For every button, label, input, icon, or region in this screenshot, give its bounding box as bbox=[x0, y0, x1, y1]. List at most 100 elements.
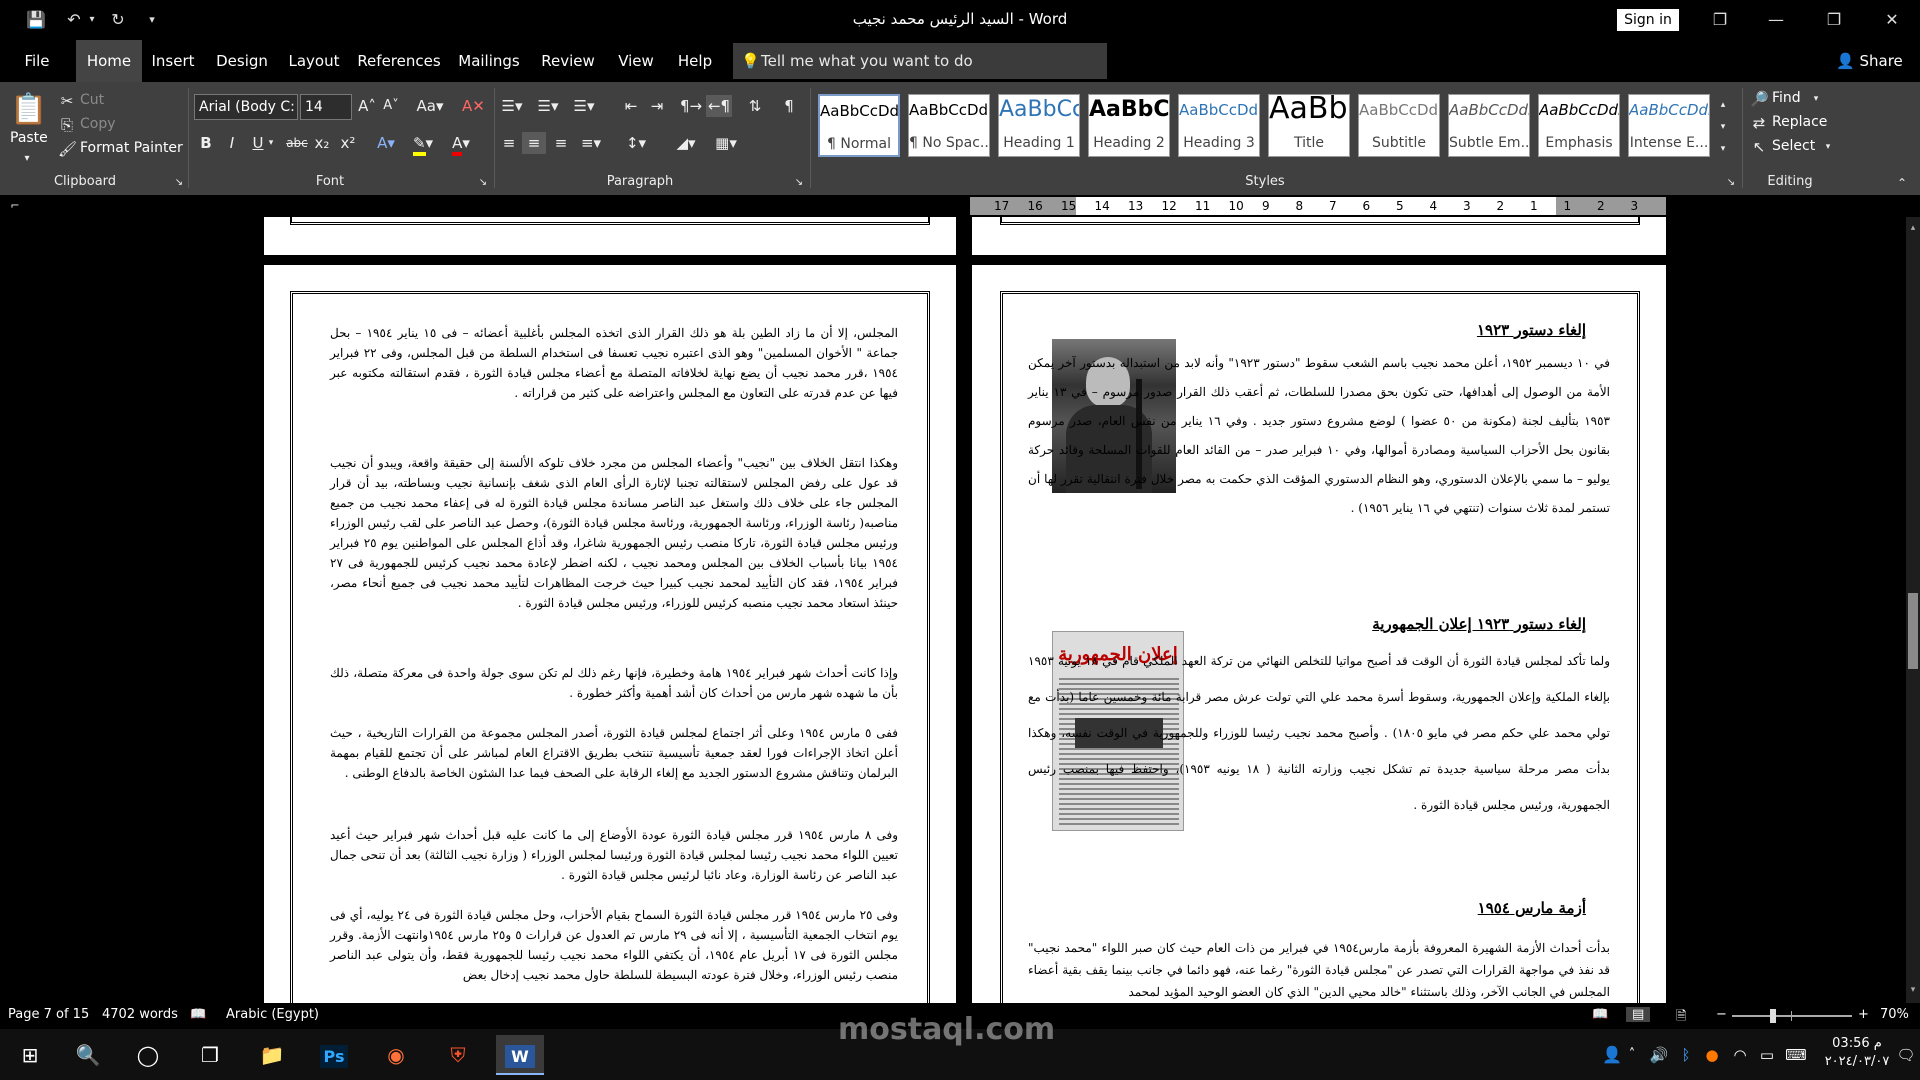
bullets-icon[interactable]: ☰▾ bbox=[498, 95, 526, 117]
decrease-indent-icon[interactable]: ⇤ bbox=[620, 95, 642, 117]
tray-chevron-icon[interactable]: ˄ bbox=[1620, 1035, 1644, 1075]
italic-icon[interactable]: I bbox=[222, 132, 242, 154]
paragraph[interactable]: في ١٠ ديسمبر ١٩٥٢، أعلن محمد نجيب باسم ا… bbox=[1028, 349, 1610, 523]
zoom-slider-thumb[interactable] bbox=[1770, 1009, 1776, 1023]
tab-home[interactable]: Home bbox=[76, 40, 142, 82]
paragraph[interactable]: وإذا كانت أحداث شهر فبراير ١٩٥٤ هامة وخط… bbox=[330, 663, 898, 703]
bluetooth-icon[interactable]: ᛒ bbox=[1674, 1035, 1698, 1075]
align-right-icon[interactable]: ≡ bbox=[550, 132, 572, 154]
style-heading-1[interactable]: AaBbCcDdEe Heading 1 bbox=[998, 94, 1080, 157]
paragraph[interactable]: ففى ٥ مارس ١٩٥٤ وعلى أثر اجتماع لمجلس قي… bbox=[330, 723, 898, 783]
scroll-down-icon[interactable]: ▾ bbox=[1906, 979, 1920, 1001]
line-spacing-icon[interactable]: ↕▾ bbox=[620, 132, 652, 154]
scrollbar-thumb[interactable] bbox=[1908, 593, 1918, 669]
task-view-icon[interactable]: ❐ bbox=[186, 1035, 234, 1075]
rtl-icon[interactable]: ←¶ bbox=[706, 95, 732, 117]
numbering-icon[interactable]: ☰▾ bbox=[534, 95, 562, 117]
grow-font-icon[interactable]: A˄ bbox=[356, 95, 378, 117]
heading-abolish-constitution[interactable]: إلغاء دستور ١٩٢٣ bbox=[1477, 321, 1586, 339]
text-effects-icon[interactable]: A▾ bbox=[372, 132, 400, 154]
paragraph[interactable]: المجلس، إلا أن ما زاد الطين بلة هو ذلك ا… bbox=[330, 323, 898, 403]
paragraph[interactable]: بدأت أحداث الأزمة الشهيرة المعروفة بأزمة… bbox=[1028, 937, 1610, 1003]
word-count[interactable]: 4702 words bbox=[102, 1007, 178, 1022]
change-case-icon[interactable]: Aa▾ bbox=[414, 95, 446, 117]
font-size-select[interactable]: 14 bbox=[300, 94, 352, 120]
tab-references[interactable]: References bbox=[356, 40, 442, 82]
zoom-in-button[interactable]: + bbox=[1858, 1007, 1869, 1022]
left-page[interactable]: المجلس، إلا أن ما زاد الطين بلة هو ذلك ا… bbox=[264, 265, 956, 1003]
proofing-icon[interactable]: 📖 bbox=[190, 1007, 206, 1022]
underline-dropdown-icon[interactable]: ▾ bbox=[266, 132, 276, 154]
vertical-scrollbar[interactable]: ▴ ▾ bbox=[1906, 217, 1920, 1003]
zoom-level[interactable]: 70% bbox=[1880, 1007, 1909, 1022]
highlight-color-icon[interactable]: ✎▾ bbox=[408, 132, 438, 156]
paragraph-launcher-icon[interactable]: ↘ bbox=[792, 172, 806, 194]
styles-scroll-down-icon[interactable]: ▾ bbox=[1716, 116, 1730, 138]
align-center-icon[interactable]: ≡ bbox=[522, 132, 546, 154]
styles-launcher-icon[interactable]: ↘ bbox=[1724, 172, 1738, 194]
replace-icon[interactable]: ⇄ bbox=[1750, 112, 1768, 134]
shading-icon[interactable]: ◢▾ bbox=[670, 132, 702, 154]
ribbon-display-options-icon[interactable]: ❐ bbox=[1692, 0, 1748, 40]
paragraph[interactable]: ولما تأكد لمجلس قيادة الثورة أن الوقت قد… bbox=[1028, 643, 1610, 823]
read-mode-icon[interactable]: 📖 bbox=[1592, 1007, 1608, 1022]
paste-button[interactable]: Paste bbox=[10, 130, 48, 146]
font-color-icon[interactable]: A▾ bbox=[446, 132, 476, 156]
heading-march-crisis[interactable]: أزمة مارس ١٩٥٤ bbox=[1478, 899, 1586, 917]
search-icon[interactable]: 🔍 bbox=[64, 1035, 112, 1075]
ltr-icon[interactable]: ¶→ bbox=[680, 95, 702, 117]
style-heading-2[interactable]: AaBbCcDdEe Heading 2 bbox=[1088, 94, 1170, 157]
notification-icon[interactable]: 🗨 bbox=[1892, 1035, 1920, 1075]
share-button[interactable]: 👤 Share bbox=[1836, 40, 1903, 82]
collapse-ribbon-icon[interactable]: ⌃ bbox=[1892, 172, 1912, 194]
tell-me-search[interactable]: 💡Tell me what you want to do bbox=[733, 43, 1107, 79]
increase-indent-icon[interactable]: ⇥ bbox=[646, 95, 668, 117]
paragraph[interactable]: وفى ٢٥ مارس ١٩٥٤ قرر مجلس قيادة الثورة ا… bbox=[330, 905, 898, 985]
style-emphasis[interactable]: AaBbCcDdEe Emphasis bbox=[1538, 94, 1620, 157]
word-icon[interactable]: W bbox=[496, 1035, 544, 1075]
close-button[interactable]: ✕ bbox=[1864, 0, 1920, 40]
sort-icon[interactable]: ⇅ bbox=[744, 95, 766, 117]
underline-icon[interactable]: U bbox=[248, 132, 268, 154]
superscript-icon[interactable]: x² bbox=[338, 132, 358, 154]
keyboard-icon[interactable]: ⌨ bbox=[1782, 1035, 1810, 1075]
file-explorer-icon[interactable]: 📁 bbox=[248, 1035, 296, 1075]
font-launcher-icon[interactable]: ↘ bbox=[476, 172, 490, 194]
horizontal-ruler[interactable]: 17 16 15 14 13 12 11 10 9 8 7 6 5 4 3 2 1 1 2 3 bbox=[970, 197, 1666, 215]
borders-icon[interactable]: ▦▾ bbox=[710, 132, 742, 154]
multilevel-list-icon[interactable]: ☰▾ bbox=[570, 95, 598, 117]
language-indicator[interactable]: Arabic (Egypt) bbox=[226, 1007, 319, 1022]
style-normal[interactable]: AaBbCcDdEe ¶ Normal bbox=[818, 94, 900, 157]
tab-insert[interactable]: Insert bbox=[146, 40, 200, 82]
select-icon[interactable]: ↖ bbox=[1750, 136, 1768, 158]
bold-icon[interactable]: B bbox=[196, 132, 216, 154]
avast-icon[interactable]: ● bbox=[1700, 1035, 1724, 1075]
style-intense-emphasis[interactable]: AaBbCcDdEe Intense E... bbox=[1628, 94, 1710, 157]
style-no-spacing[interactable]: AaBbCcDdEe ¶ No Spac... bbox=[908, 94, 990, 157]
wifi-icon[interactable]: ◠ bbox=[1728, 1035, 1752, 1075]
print-layout-icon[interactable]: ▤ bbox=[1626, 1007, 1651, 1022]
tab-mailings[interactable]: Mailings bbox=[454, 40, 524, 82]
find-button[interactable]: Find bbox=[1772, 90, 1801, 106]
tab-design[interactable]: Design bbox=[212, 40, 272, 82]
windows-start-icon[interactable]: ⊞ bbox=[6, 1035, 54, 1075]
select-dropdown-icon[interactable]: ▾ bbox=[1822, 136, 1834, 158]
paste-icon[interactable]: 📋 bbox=[10, 90, 47, 130]
styles-scroll-up-icon[interactable]: ▴ bbox=[1716, 94, 1730, 116]
style-heading-3[interactable]: AaBbCcDdEe Heading 3 bbox=[1178, 94, 1260, 157]
paragraph[interactable]: وفى ٨ مارس ١٩٥٤ قرر مجلس قيادة الثورة عو… bbox=[330, 825, 898, 885]
tab-selector-icon[interactable]: ⌐ bbox=[6, 195, 24, 217]
style-subtle-emphasis[interactable]: AaBbCcDdEe Subtle Em... bbox=[1448, 94, 1530, 157]
page-count[interactable]: Page 7 of 15 bbox=[8, 1007, 89, 1022]
justify-icon[interactable]: ≡▾ bbox=[576, 132, 606, 154]
clipboard-launcher-icon[interactable]: ↘ bbox=[172, 172, 186, 194]
clock[interactable]: 03:56 م ٢٠٢٤/٠٣/٠٧ bbox=[1820, 1035, 1894, 1071]
right-page[interactable]: إلغاء دستور ١٩٢٣ في ١٠ ديسمبر ١٩٥٢، أعلن… bbox=[972, 265, 1666, 1003]
font-name-select[interactable]: Arial (Body C: bbox=[194, 94, 298, 120]
web-layout-icon[interactable]: 🗎 bbox=[1676, 1007, 1686, 1029]
shrink-font-icon[interactable]: A˅ bbox=[380, 95, 402, 117]
clear-formatting-icon[interactable]: A✕ bbox=[462, 95, 485, 117]
firefox-icon[interactable]: ◉ bbox=[372, 1035, 420, 1075]
find-icon[interactable]: 🔎 bbox=[1750, 88, 1769, 110]
tab-layout[interactable]: Layout bbox=[284, 40, 344, 82]
